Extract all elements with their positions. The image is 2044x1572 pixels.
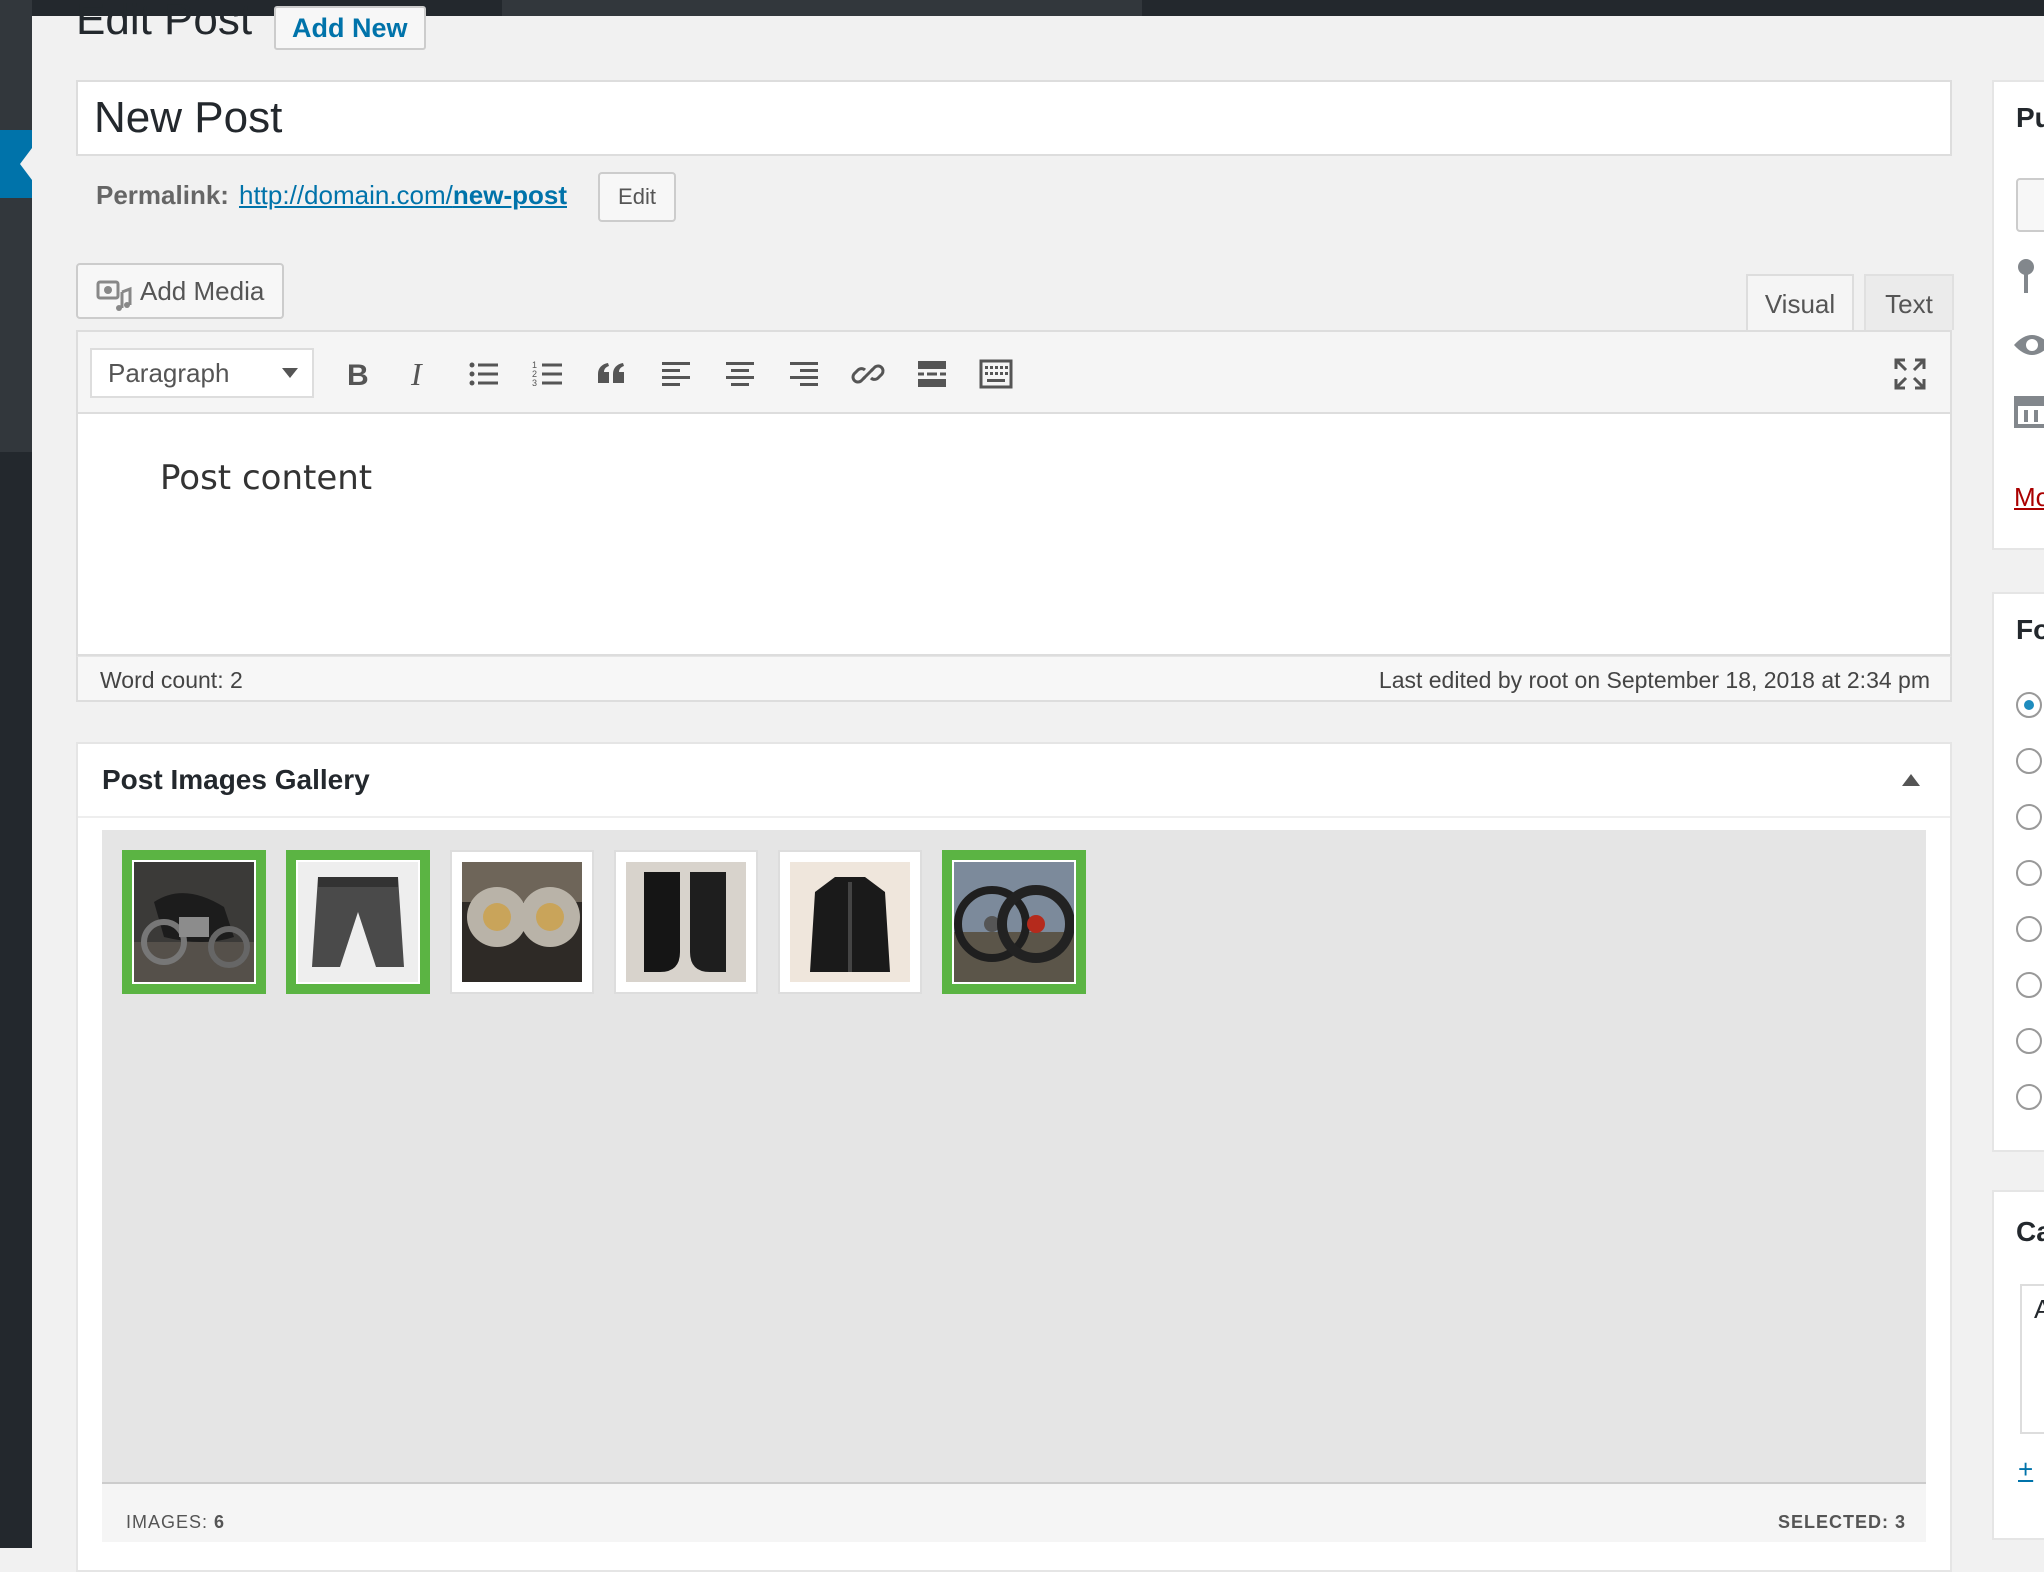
permalink-edit-button[interactable]: Edit [598, 172, 676, 222]
gallery-thumb-boots[interactable] [614, 850, 758, 994]
svg-text:3: 3 [532, 378, 537, 388]
format-radio[interactable] [2016, 860, 2042, 886]
add-media-button[interactable]: Add Media [76, 263, 284, 319]
gallery-footer: IMAGES: 6 SELECTED: 3 [102, 1482, 1926, 1542]
toolbar-toggle-icon[interactable] [974, 352, 1018, 396]
link-icon[interactable] [846, 352, 890, 396]
gallery-grid [102, 830, 1926, 1482]
format-box-title: Fo [2016, 614, 2044, 645]
numbered-list-icon[interactable]: 123 [526, 352, 570, 396]
post-content-text[interactable]: Post content [160, 458, 372, 498]
format-radio[interactable] [2016, 748, 2042, 774]
format-select[interactable]: Paragraph [90, 348, 314, 398]
categories-box-title: Ca [2016, 1216, 2044, 1247]
read-more-icon[interactable] [910, 352, 954, 396]
word-count: Word count: 2 [100, 667, 243, 693]
gallery-thumb-brake-discs[interactable] [450, 850, 594, 994]
motorcycle-image [134, 862, 254, 982]
permalink-base: http://domain.com/ [239, 180, 453, 210]
admin-menu-items [0, 0, 32, 452]
bulleted-list-icon[interactable] [462, 352, 506, 396]
eye-icon [2012, 332, 2044, 363]
publish-box: Pu Mo [1992, 80, 2044, 550]
permalink-slug: new-post [452, 180, 567, 210]
align-left-icon[interactable] [654, 352, 698, 396]
jacket-image [790, 862, 910, 982]
move-to-trash-link[interactable]: Mo [2014, 482, 2044, 513]
format-radio[interactable] [2016, 972, 2042, 998]
format-radio[interactable] [2016, 692, 2042, 718]
selected-count: SELECTED: 3 [1778, 1512, 1906, 1533]
save-draft-button[interactable] [2016, 178, 2044, 232]
editor-toolbar: Paragraph B I 123 [76, 330, 1952, 414]
images-count-value: 6 [214, 1512, 226, 1532]
format-box: Fo [1992, 592, 2044, 1152]
format-radio[interactable] [2016, 1084, 2042, 1110]
collapse-toggle-icon[interactable] [1902, 774, 1920, 786]
format-radio[interactable] [2016, 916, 2042, 942]
selected-count-label: SELECTED: [1777, 1512, 1889, 1532]
svg-text:B: B [347, 359, 369, 391]
publish-box-title: Pu [2016, 102, 2044, 133]
gallery-thumb-trousers[interactable] [286, 850, 430, 994]
divider [78, 816, 1950, 818]
categories-box: Ca A + [1992, 1190, 2044, 1540]
boots-image [626, 862, 746, 982]
add-media-icon [96, 277, 132, 311]
current-menu-arrow-icon [20, 148, 32, 180]
permalink-link[interactable]: http://domain.com/new-post [239, 180, 567, 211]
gallery-title: Post Images Gallery [102, 764, 370, 795]
fullscreen-icon[interactable] [1888, 352, 1932, 396]
gallery-thumb-wheels[interactable] [942, 850, 1086, 994]
align-center-icon[interactable] [718, 352, 762, 396]
svg-text:I: I [410, 357, 423, 391]
editor-content-area[interactable]: Post content [76, 414, 1952, 656]
add-new-button[interactable]: Add New [274, 6, 426, 50]
post-images-gallery-box: Post Images Gallery IMAGES: 6 SELECTED: … [76, 742, 1952, 1572]
last-edited-info: Last edited by root on September 18, 201… [1378, 667, 1930, 693]
calendar-icon [2014, 392, 2044, 433]
chevron-down-icon [282, 368, 298, 378]
images-count-label: IMAGES: [126, 1512, 209, 1532]
brake-discs-image [462, 862, 582, 982]
images-count: IMAGES: 6 [126, 1512, 225, 1533]
permalink-label: Permalink: [96, 180, 229, 210]
format-radio[interactable] [2016, 804, 2042, 830]
gallery-thumb-motorcycle[interactable] [122, 850, 266, 994]
gallery-thumb-jacket[interactable] [778, 850, 922, 994]
admin-toolbar-segment [502, 0, 1142, 16]
trousers-image [298, 862, 418, 982]
add-category-link[interactable]: + [2018, 1454, 2033, 1485]
categories-tab-label[interactable]: A [2034, 1294, 2044, 1325]
tab-text[interactable]: Text [1864, 274, 1954, 330]
italic-icon[interactable]: I [398, 352, 442, 396]
tab-visual[interactable]: Visual [1746, 274, 1854, 332]
bold-icon[interactable]: B [334, 352, 378, 396]
selected-count-value: 3 [1894, 1512, 1906, 1532]
pin-icon [2016, 257, 2036, 302]
editor-status-bar: Word count: 2 Last edited by root on Sep… [76, 656, 1952, 702]
align-right-icon[interactable] [782, 352, 826, 396]
blockquote-icon[interactable] [590, 352, 634, 396]
wheels-image [954, 862, 1074, 982]
post-title-input[interactable] [76, 80, 1952, 156]
format-radio[interactable] [2016, 1028, 2042, 1054]
add-media-label: Add Media [140, 276, 265, 306]
categories-list[interactable]: A [2020, 1284, 2044, 1434]
page-title: Edit Post [76, 0, 253, 44]
format-select-value: Paragraph [108, 358, 230, 388]
